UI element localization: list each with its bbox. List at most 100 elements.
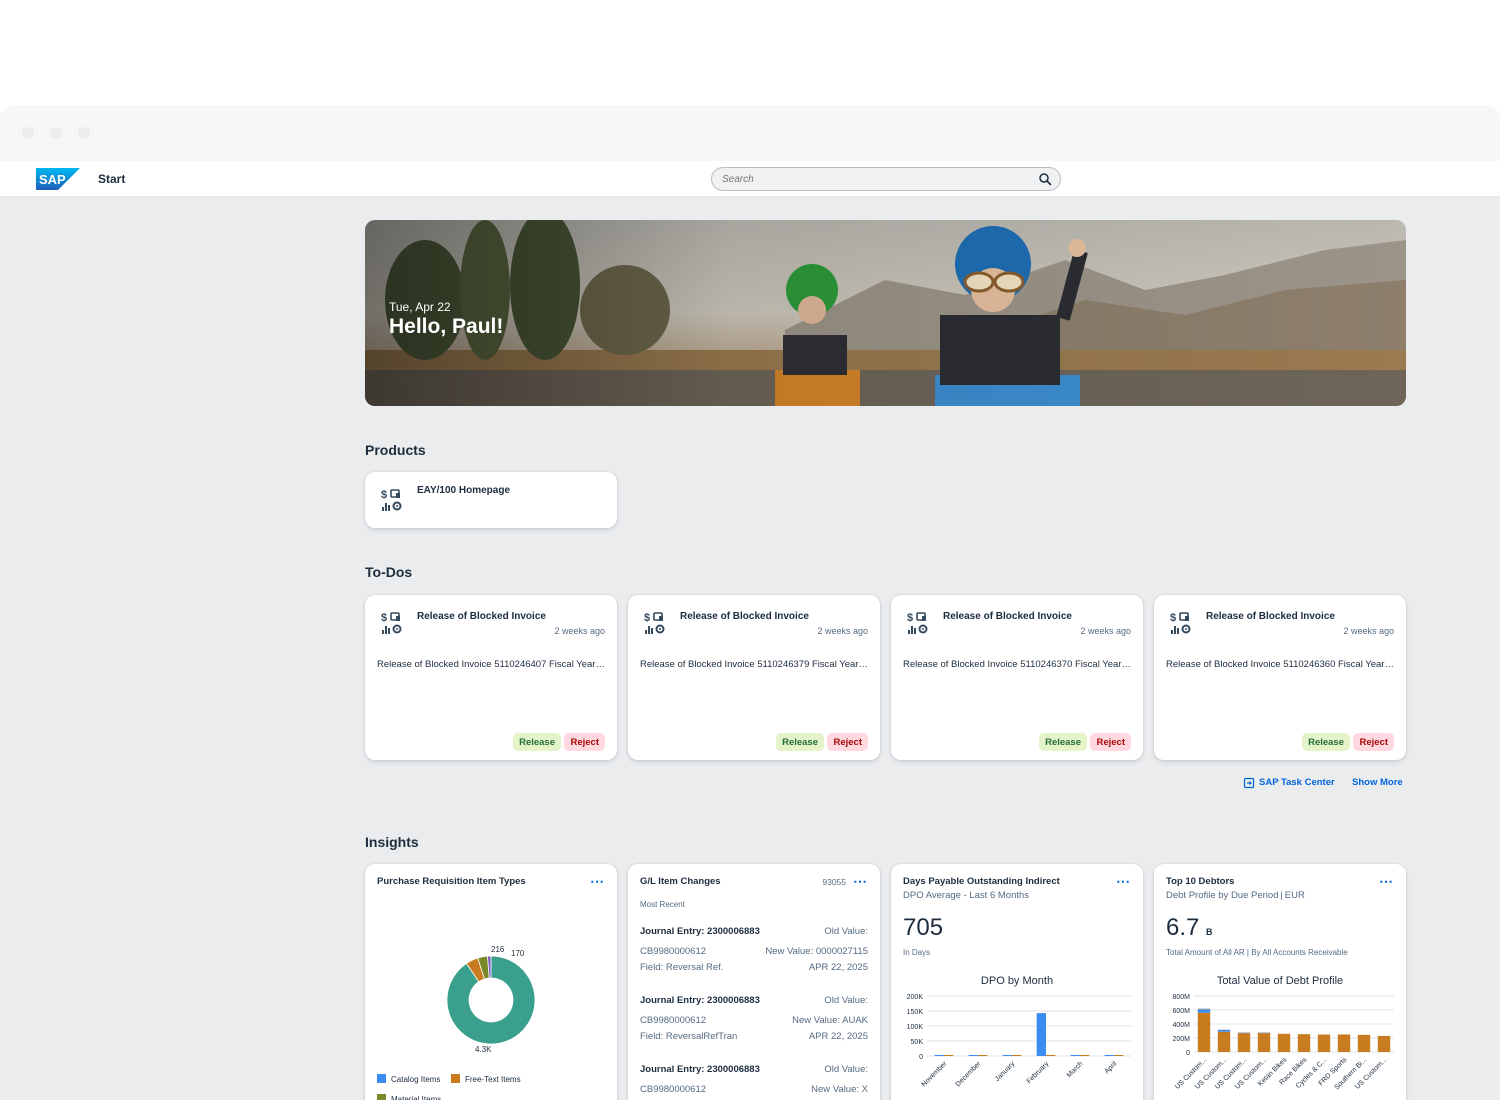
window-close-dot[interactable] xyxy=(22,127,34,139)
sap-task-center-link[interactable]: SAP Task Center xyxy=(1259,777,1335,788)
finance-app-icon: $ xyxy=(1170,612,1191,634)
bar xyxy=(968,1055,978,1056)
product-card[interactable]: $ EAY/100 Homepage xyxy=(365,472,617,528)
todo-card[interactable]: $ Release of Blocked Invoice 2 weeks ago… xyxy=(365,595,617,760)
old-value: Old Value: xyxy=(824,926,868,937)
kpi-value: 705 xyxy=(903,914,944,941)
release-button[interactable]: Release xyxy=(513,733,561,751)
card-subtitle: Most Recent xyxy=(640,900,685,909)
y-tick-label: 150K xyxy=(907,1009,924,1016)
old-value: Old Value: xyxy=(824,1064,868,1075)
dpo-bar-chart: 200K 150K 100K 50K 0November December January F… xyxy=(907,994,1131,1088)
svg-text:$: $ xyxy=(381,612,387,624)
bar xyxy=(1197,1008,1211,1010)
legend-swatch xyxy=(377,1074,386,1083)
page-content: Tue, Apr 22 Hello, Paul! Products $ EAY/… xyxy=(0,197,1500,1100)
journal-entry: Journal Entry: 2300006883 xyxy=(640,995,760,1006)
new-value: New Value: 0000027115 xyxy=(765,946,868,957)
browser-chrome xyxy=(0,105,1500,161)
card-subtitle: DPO Average - Last 6 Months xyxy=(903,890,1030,901)
search-input[interactable] xyxy=(712,168,1032,190)
task-center-icon[interactable] xyxy=(1243,777,1255,789)
kpi-description: In Days xyxy=(903,948,931,957)
bar xyxy=(1377,1035,1391,1052)
y-tick-label: 200M xyxy=(1172,1036,1190,1043)
bar xyxy=(1217,1031,1231,1052)
shell-bar: SAP Start xyxy=(0,161,1500,197)
shell-title[interactable]: Start xyxy=(98,172,125,186)
todo-description: Release of Blocked Invoice 5110246407 Fi… xyxy=(377,659,605,670)
finance-app-icon: $ xyxy=(644,612,665,634)
bar xyxy=(944,1055,954,1056)
welcome-banner: Tue, Apr 22 Hello, Paul! xyxy=(365,220,1406,406)
bar xyxy=(1012,1055,1022,1056)
data-label: 216 xyxy=(491,945,505,954)
more-options-icon[interactable]: ⋯ xyxy=(1116,873,1131,890)
release-button[interactable]: Release xyxy=(1039,733,1087,751)
todo-title: Release of Blocked Invoice xyxy=(680,611,809,622)
bar xyxy=(1104,1055,1114,1056)
bar xyxy=(1257,1033,1271,1052)
document-number: CB9980000612 xyxy=(640,1084,707,1095)
todo-title: Release of Blocked Invoice xyxy=(943,611,1072,622)
legend-swatch xyxy=(451,1074,460,1083)
search-field[interactable] xyxy=(711,167,1061,191)
hero-date: Tue, Apr 22 xyxy=(389,300,451,314)
x-tick-label: December xyxy=(955,1060,983,1088)
new-value: New Value: AUAK xyxy=(792,1015,868,1026)
x-tick-label: March xyxy=(1066,1060,1085,1079)
card-title: Top 10 Debtors xyxy=(1166,876,1235,887)
todo-time: 2 weeks ago xyxy=(817,626,868,636)
y-tick-label: 50K xyxy=(911,1039,924,1046)
window-minimize-dot[interactable] xyxy=(50,127,62,139)
x-tick-label: January xyxy=(994,1060,1017,1083)
hero-greeting: Hello, Paul! xyxy=(389,315,504,338)
todo-description: Release of Blocked Invoice 5110246370 Fi… xyxy=(903,659,1131,670)
reject-button[interactable]: Reject xyxy=(1090,733,1131,751)
y-tick-label: 200K xyxy=(907,994,924,1001)
todo-time: 2 weeks ago xyxy=(1343,626,1394,636)
more-options-icon[interactable]: ⋯ xyxy=(590,873,605,890)
todo-card[interactable]: $ Release of Blocked Invoice 2 weeks ago… xyxy=(1154,595,1406,760)
old-value: Old Value: xyxy=(824,995,868,1006)
bar xyxy=(978,1055,988,1056)
change-date: APR 22, 2025 xyxy=(808,1031,868,1042)
more-options-icon[interactable]: ⋯ xyxy=(1379,873,1394,890)
reject-button[interactable]: Reject xyxy=(564,733,605,751)
donut-chart: 4.3K 216 170 Catalog Items Free-Text Items Ma… xyxy=(377,945,536,1100)
todo-card[interactable]: $ Release of Blocked Invoice 2 weeks ago… xyxy=(628,595,880,760)
reject-button[interactable]: Reject xyxy=(827,733,868,751)
more-options-icon[interactable]: ⋯ xyxy=(853,873,868,890)
todo-card[interactable]: $ Release of Blocked Invoice 2 weeks ago… xyxy=(891,595,1143,760)
todo-title: Release of Blocked Invoice xyxy=(1206,611,1335,622)
card-subtitle: Debt Profile by Due Period | EUR xyxy=(1166,890,1305,901)
todo-description: Release of Blocked Invoice 5110246360 Fi… xyxy=(1166,659,1394,670)
top-debtors-card[interactable]: Top 10 Debtors Debt Profile by Due Perio… xyxy=(1154,864,1406,1100)
show-more-link[interactable]: Show More xyxy=(1352,777,1403,788)
todo-title: Release of Blocked Invoice xyxy=(417,611,546,622)
dpo-card[interactable]: Days Payable Outstanding Indirect DPO Av… xyxy=(891,864,1143,1100)
y-tick-label: 0 xyxy=(919,1054,923,1061)
release-button[interactable]: Release xyxy=(776,733,824,751)
reject-button[interactable]: Reject xyxy=(1353,733,1394,751)
gl-item-changes-card[interactable]: G/L Item Changes 93055 ⋯ Most Recent Jou… xyxy=(628,864,880,1100)
todos-title: To-Dos xyxy=(365,564,413,580)
x-tick-label: February xyxy=(1026,1060,1051,1085)
legend-swatch xyxy=(377,1094,386,1100)
bar xyxy=(1046,1055,1056,1056)
y-tick-label: 400M xyxy=(1172,1022,1190,1029)
purchase-requisition-card[interactable]: Purchase Requisition Item Types ⋯ 4.3K 21… xyxy=(365,864,617,1100)
sap-logo[interactable]: SAP xyxy=(36,168,80,190)
finance-app-icon: $ xyxy=(381,612,402,634)
new-value: New Value: X xyxy=(811,1084,868,1095)
legend-label: Free-Text Items xyxy=(465,1075,521,1084)
bar xyxy=(1197,1012,1211,1052)
finance-app-icon: $ xyxy=(907,612,928,634)
search-icon[interactable] xyxy=(1038,172,1052,186)
card-title: Purchase Requisition Item Types xyxy=(377,876,526,887)
field-name: Field: Reversal Ref. xyxy=(640,962,724,973)
window-maximize-dot[interactable] xyxy=(78,127,90,139)
release-button[interactable]: Release xyxy=(1302,733,1350,751)
chart-title: Total Value of Debt Profile xyxy=(1216,975,1344,987)
legend-label: Material Items xyxy=(391,1095,441,1100)
